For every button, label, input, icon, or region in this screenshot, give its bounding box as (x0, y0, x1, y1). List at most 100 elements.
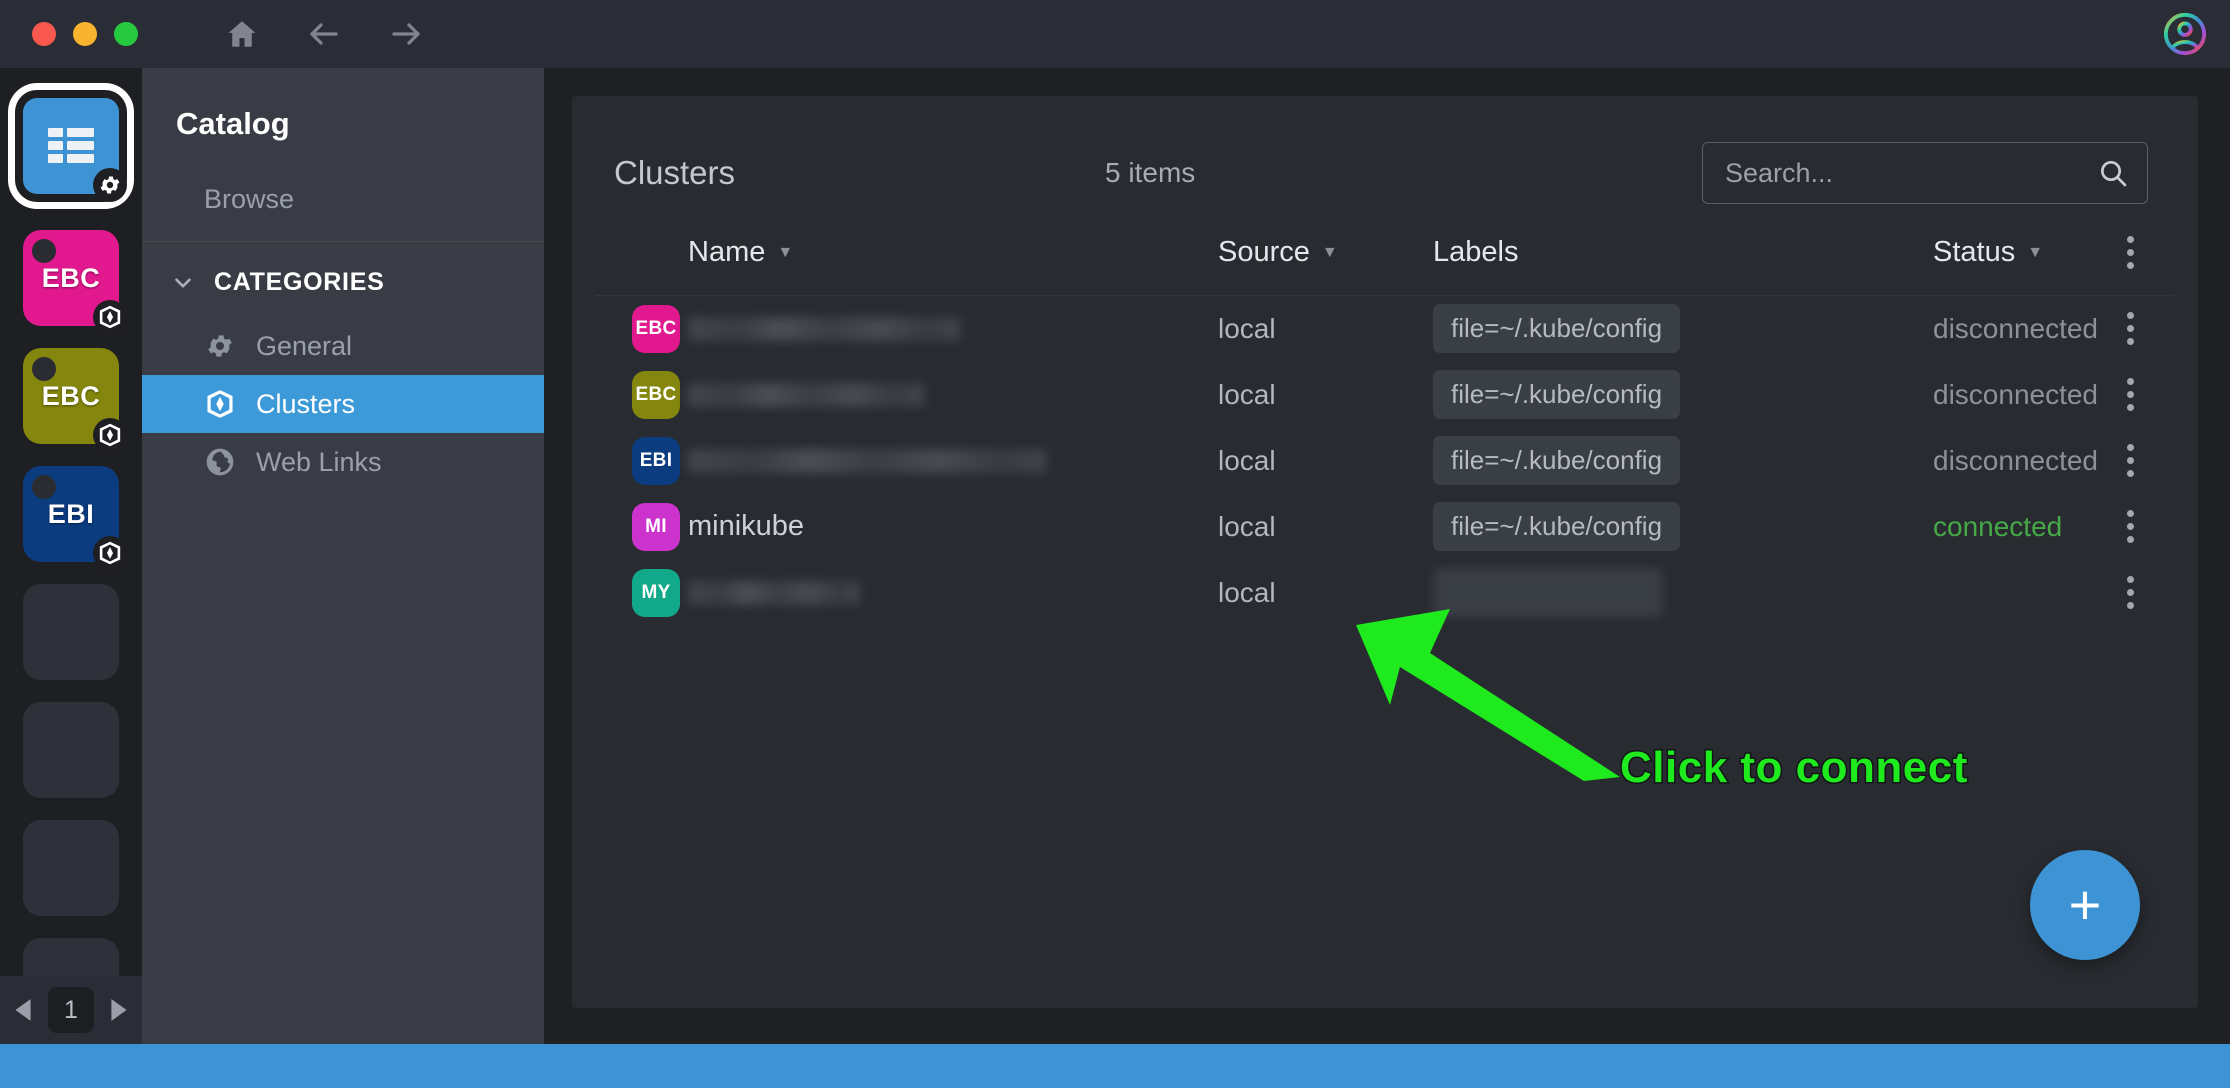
items-count: 5 items (1105, 157, 1196, 188)
table-row[interactable]: EBC local file=~/.kube/config disconnect… (596, 362, 2174, 428)
cluster-label-chip: file=~/.kube/config (1433, 304, 1681, 354)
rail-item-catalog[interactable] (23, 98, 127, 202)
column-label: Name (688, 236, 766, 268)
sort-caret-icon[interactable]: ▼ (1322, 244, 1338, 261)
user-avatar-icon[interactable] (2162, 11, 2208, 57)
globe-icon (204, 446, 236, 478)
cluster-label-chip: file=~/.kube/config (1433, 370, 1681, 419)
status-dot-icon (32, 357, 56, 381)
zoom-window-button[interactable] (114, 22, 138, 46)
avatar: EBC (632, 370, 680, 419)
status-badge: connected (1933, 510, 2063, 542)
search-icon[interactable] (2097, 157, 2129, 189)
row-kebab-menu-icon[interactable] (2086, 378, 2174, 411)
kubernetes-icon (93, 300, 127, 334)
annotation-arrow-icon (1342, 601, 1632, 786)
prev-page-icon[interactable] (8, 995, 38, 1025)
sort-caret-icon[interactable]: ▼ (777, 244, 793, 261)
sidebar-group-categories[interactable]: CATEGORIES (142, 242, 544, 317)
table-row[interactable]: MI minikube local file=~/.kube/config co… (596, 494, 2174, 560)
back-arrow-icon[interactable] (304, 14, 344, 54)
rail-item-ebc-pink[interactable]: EBC (23, 230, 127, 334)
rail-item-empty-2[interactable] (23, 702, 119, 798)
traffic-lights (32, 22, 138, 46)
app-window: EBC EBC EBI 1 Catalog Browse CATEGORIES … (0, 0, 2230, 1088)
status-dot-icon (32, 239, 56, 263)
table-row[interactable]: EBC local file=~/.kube/config disconnect… (596, 296, 2174, 362)
forward-arrow-icon[interactable] (386, 14, 426, 54)
annotation-text: Click to connect (1619, 742, 1969, 794)
rail-item-ebi-navy[interactable]: EBI (23, 466, 127, 570)
column-header-labels[interactable]: Labels (1433, 208, 1933, 296)
empty-tile (23, 820, 119, 916)
table-body: EBC local file=~/.kube/config disconnect… (596, 296, 2174, 626)
column-header-spacer (596, 208, 688, 296)
sidebar-item-web-links[interactable]: Web Links (142, 433, 544, 491)
column-header-source[interactable]: Source ▼ (1218, 208, 1433, 296)
cluster-name[interactable]: minikube (688, 510, 804, 542)
avatar: MY (632, 568, 680, 617)
cluster-label-chip: file=~/.kube/config (1433, 436, 1681, 485)
row-kebab-menu-icon[interactable] (2086, 444, 2174, 477)
row-kebab-menu-icon[interactable] (2086, 576, 2174, 609)
avatar: EBC (632, 304, 680, 353)
next-page-icon[interactable] (104, 995, 134, 1025)
status-dot-icon (32, 475, 56, 499)
cluster-name-redacted (688, 316, 960, 341)
status-badge: disconnected (1933, 378, 2099, 410)
page-number[interactable]: 1 (48, 987, 94, 1033)
table-header-row: Name ▼ Source ▼ Labels Status ▼ (596, 208, 2174, 296)
status-bar (0, 1044, 2230, 1088)
empty-tile (23, 584, 119, 680)
column-header-menu[interactable] (2086, 208, 2174, 296)
gear-icon (204, 330, 236, 362)
rail-item-empty-3[interactable] (23, 820, 119, 916)
card-header: Clusters 5 items (572, 96, 2198, 208)
rail-item-ebc-olive[interactable]: EBC (23, 348, 127, 452)
rail-item-empty-1[interactable] (23, 584, 119, 680)
search-box[interactable] (1702, 142, 2148, 204)
cluster-label-chip-redacted (1433, 568, 1663, 617)
plus-icon: + (2068, 873, 2102, 936)
sidebar-item-label: Web Links (256, 446, 382, 477)
status-badge: disconnected (1933, 444, 2099, 476)
workspace-rail: EBC EBC EBI 1 (0, 68, 142, 1044)
column-header-status[interactable]: Status ▼ (1933, 208, 2086, 296)
table-row[interactable]: EBI local file=~/.kube/config disconnect… (596, 428, 2174, 494)
row-kebab-menu-icon[interactable] (2086, 312, 2174, 346)
row-kebab-menu-icon[interactable] (2086, 510, 2174, 543)
cluster-label-chip: file=~/.kube/config (1433, 502, 1681, 551)
search-container (1702, 142, 2148, 204)
catalog-grid-icon (48, 128, 94, 164)
kubernetes-icon (93, 536, 127, 570)
sidebar-item-general[interactable]: General (142, 317, 544, 375)
kubernetes-icon (93, 418, 127, 452)
clusters-card: Clusters 5 items Search... Name ▼ Source… (572, 96, 2198, 1008)
cluster-source: local (1218, 444, 1276, 476)
cluster-source: local (1218, 312, 1276, 344)
table-wrap: Name ▼ Source ▼ Labels Status ▼ EBC loca… (572, 208, 2198, 626)
table-row[interactable]: MY local (596, 560, 2174, 626)
main-content: Clusters 5 items Search... Name ▼ Source… (544, 68, 2230, 1044)
avatar: EBI (632, 436, 680, 485)
sidebar-item-clusters[interactable]: Clusters (142, 375, 544, 433)
clusters-table: Name ▼ Source ▼ Labels Status ▼ EBC loca… (596, 208, 2174, 626)
catalog-sidebar: Catalog Browse CATEGORIES General Cluste… (142, 68, 544, 1044)
empty-tile (23, 702, 119, 798)
home-icon[interactable] (222, 14, 262, 54)
minimize-window-button[interactable] (73, 22, 97, 46)
kebab-menu-icon[interactable] (2086, 236, 2174, 269)
cluster-name-redacted (688, 382, 924, 407)
sort-caret-icon[interactable]: ▼ (2027, 244, 2043, 261)
gear-icon (93, 168, 127, 202)
column-header-name[interactable]: Name ▼ (688, 208, 1218, 296)
close-window-button[interactable] (32, 22, 56, 46)
cluster-name-redacted (688, 448, 1046, 473)
sidebar-item-browse[interactable]: Browse (142, 172, 544, 242)
search-input[interactable] (1725, 157, 2097, 189)
sidebar-group-label: CATEGORIES (214, 268, 385, 296)
rail-pagination: 1 (0, 976, 142, 1044)
add-cluster-button[interactable]: + (2030, 850, 2140, 960)
sidebar-item-label: Clusters (256, 388, 356, 419)
content-title: Clusters (614, 154, 736, 191)
